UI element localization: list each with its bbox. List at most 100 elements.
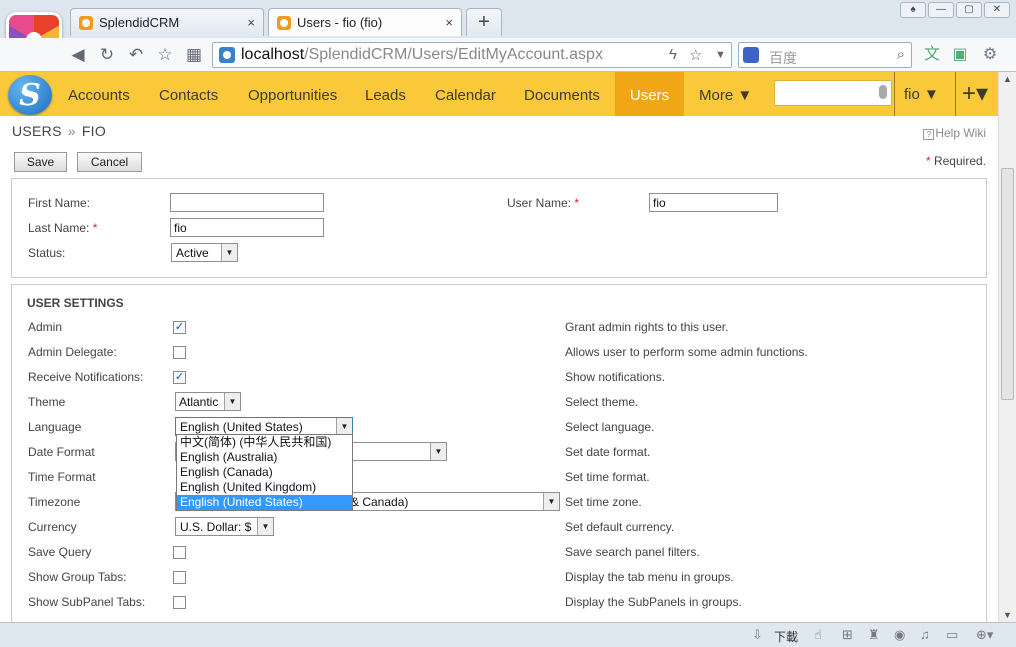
nav-accounts[interactable]: Accounts xyxy=(68,72,130,116)
show-subpanel-tabs-label: Show SubPanel Tabs: xyxy=(28,595,146,609)
show-subpanel-tabs-description: Display the SubPanels in groups. xyxy=(565,595,742,609)
nav-contacts[interactable]: Contacts xyxy=(159,72,218,116)
address-bar[interactable]: localhost/SplendidCRM/Users/EditMyAccoun… xyxy=(212,42,732,68)
browser-tab-label: SplendidCRM xyxy=(99,15,180,30)
theme-description: Select theme. xyxy=(565,395,639,409)
browser-tab-splendidcrm[interactable]: SplendidCRM × xyxy=(70,8,264,36)
nav-opportunities[interactable]: Opportunities xyxy=(248,72,337,116)
admin-description: Grant admin rights to this user. xyxy=(565,320,729,334)
shirt-icon[interactable]: ♠ xyxy=(900,2,926,18)
help-wiki-link[interactable]: ? Help Wiki xyxy=(923,126,986,140)
trash-icon[interactable]: ♜ xyxy=(868,627,880,643)
search-icon[interactable]: ⌕ xyxy=(897,46,905,63)
close-icon[interactable]: × xyxy=(445,15,453,30)
zoom-icon[interactable]: ⊕▾ xyxy=(976,627,993,643)
date-format-description: Set date format. xyxy=(565,445,651,459)
language-option-selected[interactable]: English (United States) xyxy=(177,495,352,510)
nav-documents[interactable]: Documents xyxy=(524,72,600,116)
minimize-icon[interactable]: — xyxy=(928,2,954,18)
bookmark-star-icon[interactable]: ☆ xyxy=(689,46,702,64)
grid-icon[interactable]: ▦ xyxy=(184,45,204,65)
user-menu[interactable]: fio ▼ xyxy=(904,72,939,116)
cancel-button[interactable]: Cancel xyxy=(77,152,142,172)
user-name-input[interactable]: fio xyxy=(649,193,778,212)
first-name-input[interactable] xyxy=(170,193,324,212)
help-wiki-label: Help Wiki xyxy=(935,126,986,140)
browser-tab-label: Users - fio (fio) xyxy=(297,15,383,30)
user-name-label-text: User Name: xyxy=(507,196,572,210)
scroll-up-icon[interactable]: ▲ xyxy=(1003,74,1012,84)
save-query-label: Save Query xyxy=(28,545,92,559)
translate-icon[interactable]: 文 xyxy=(922,45,942,65)
nav-leads[interactable]: Leads xyxy=(365,72,406,116)
undo-icon[interactable]: ↶ xyxy=(126,45,146,65)
show-group-tabs-checkbox[interactable] xyxy=(173,571,186,584)
language-option[interactable]: English (Canada) xyxy=(177,465,352,480)
search-placeholder: 百度 xyxy=(769,50,797,66)
new-tab-button[interactable]: + xyxy=(466,8,502,36)
language-option[interactable]: 中文(简体) (中华人民共和国) xyxy=(177,435,352,450)
add-icon[interactable]: ⊞ xyxy=(842,627,853,643)
maximize-icon[interactable]: ▢ xyxy=(956,2,982,18)
scrollbar-thumb[interactable] xyxy=(1001,168,1014,400)
admin-label: Admin xyxy=(28,320,63,334)
site-favicon-icon xyxy=(79,15,93,30)
page-scrollbar[interactable]: ▲ ▼ xyxy=(998,72,1016,622)
app-search-input[interactable] xyxy=(774,80,892,106)
theme-select[interactable]: Atlantic ▼ xyxy=(175,392,241,411)
language-option[interactable]: English (United Kingdom) xyxy=(177,480,352,495)
microphone-icon[interactable] xyxy=(879,85,887,99)
close-window-icon[interactable]: ✕ xyxy=(984,2,1010,18)
browser-status-bar: ⇩ 下載 ☝ ⊞ ♜ ◉ ♫ ▭ ⊕▾ xyxy=(0,622,1016,647)
required-text: Required. xyxy=(933,154,986,168)
admin-checkbox[interactable]: ✓ xyxy=(173,321,186,334)
receive-notifications-label: Receive Notifications: xyxy=(28,370,144,384)
help-icon: ? xyxy=(923,129,935,140)
save-query-checkbox[interactable] xyxy=(173,546,186,559)
currency-description: Set default currency. xyxy=(565,520,675,534)
admin-delegate-checkbox[interactable] xyxy=(173,346,186,359)
screenshot-icon[interactable]: ▣ xyxy=(950,45,970,65)
wrench-icon[interactable]: ⚙ xyxy=(980,45,1000,65)
back-icon[interactable]: ◀ xyxy=(68,45,88,65)
dropdown-arrow-icon[interactable]: ▼ xyxy=(715,49,726,61)
language-dropdown-list[interactable]: 中文(简体) (中华人民共和国) English (Australia) Eng… xyxy=(176,434,353,511)
show-subpanel-tabs-checkbox[interactable] xyxy=(173,596,186,609)
close-icon[interactable]: × xyxy=(247,15,255,30)
window-controls: ♠ — ▢ ✕ xyxy=(900,2,1010,18)
star-icon[interactable]: ☆ xyxy=(155,45,175,65)
browser-search-box[interactable]: 百度 ⌕ xyxy=(738,42,912,68)
breadcrumb-separator: » xyxy=(67,123,76,139)
browser-tabstrip: SplendidCRM × Users - fio (fio) × + ♠ — … xyxy=(0,0,1016,38)
security-icon[interactable]: ◉ xyxy=(894,627,905,643)
language-description: Select language. xyxy=(565,420,655,434)
splendidcrm-logo[interactable]: S xyxy=(8,75,52,115)
lightning-icon[interactable]: ϟ xyxy=(669,46,677,63)
nav-users[interactable]: Users xyxy=(615,72,684,116)
refresh-icon[interactable]: ↻ xyxy=(97,45,117,65)
user-settings-panel xyxy=(11,284,987,622)
download-label[interactable]: 下載 xyxy=(774,628,798,645)
save-button[interactable]: Save xyxy=(14,152,67,172)
window-icon[interactable]: ▭ xyxy=(946,627,958,643)
receive-notifications-checkbox[interactable]: ✓ xyxy=(173,371,186,384)
download-icon[interactable]: ⇩ xyxy=(752,627,763,643)
quick-create-menu[interactable]: +▾ xyxy=(962,72,988,116)
last-name-input[interactable]: fio xyxy=(170,218,324,237)
speaker-icon[interactable]: ♫ xyxy=(920,627,930,642)
nav-more[interactable]: More ▼ xyxy=(699,72,752,116)
search-engine-icon[interactable] xyxy=(743,47,759,63)
time-format-description: Set time format. xyxy=(565,470,650,484)
status-select[interactable]: Active ▼ xyxy=(171,243,238,262)
browser-tab-users[interactable]: Users - fio (fio) × xyxy=(268,8,462,36)
currency-select[interactable]: U.S. Dollar: $ ▼ xyxy=(175,517,274,536)
language-option[interactable]: English (Australia) xyxy=(177,450,352,465)
receive-notifications-description: Show notifications. xyxy=(565,370,666,384)
scroll-down-icon[interactable]: ▼ xyxy=(1003,610,1012,620)
nav-calendar[interactable]: Calendar xyxy=(435,72,496,116)
thumb-icon[interactable]: ☝ xyxy=(814,627,822,643)
chevron-down-icon: ▼ xyxy=(224,393,240,410)
breadcrumb-module[interactable]: USERS xyxy=(12,123,62,139)
chevron-down-icon: ▼ xyxy=(543,493,559,510)
show-group-tabs-description: Display the tab menu in groups. xyxy=(565,570,734,584)
